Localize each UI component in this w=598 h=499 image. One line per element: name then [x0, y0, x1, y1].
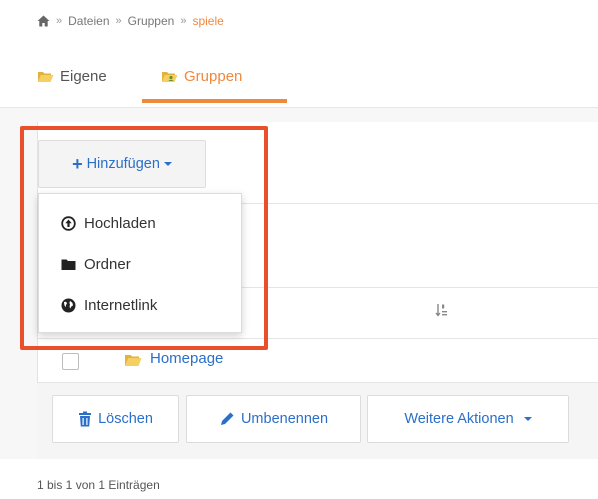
- file-tabs: Eigene Gruppen: [37, 50, 337, 105]
- breadcrumb-item-current: spiele: [192, 14, 224, 28]
- breadcrumb: » Dateien » Gruppen » spiele: [37, 12, 224, 30]
- table-header-bottom-border: [37, 338, 598, 339]
- upload-icon: [61, 215, 76, 231]
- home-icon[interactable]: [37, 15, 50, 27]
- delete-button-label: Löschen: [98, 411, 153, 427]
- active-tab-indicator: [142, 99, 287, 103]
- menu-item-link-label: Internetlink: [84, 296, 158, 314]
- tab-groups-label: Gruppen: [184, 67, 243, 85]
- group-folder-icon: [162, 71, 178, 82]
- menu-item-upload[interactable]: Hochladen: [61, 211, 156, 235]
- plus-icon: +: [72, 153, 83, 174]
- tab-groups[interactable]: Gruppen: [143, 50, 286, 102]
- sort-icon[interactable]: [435, 303, 449, 317]
- entries-info: 1 bis 1 von 1 Einträgen: [37, 478, 160, 492]
- chevron-down-icon: [523, 417, 532, 421]
- breadcrumb-item-gruppen[interactable]: Gruppen: [128, 14, 175, 28]
- breadcrumb-separator: »: [115, 15, 122, 27]
- menu-item-upload-label: Hochladen: [84, 214, 156, 232]
- folder-icon: [125, 355, 142, 366]
- tab-own[interactable]: Eigene: [37, 50, 107, 102]
- breadcrumb-item-dateien[interactable]: Dateien: [68, 14, 109, 28]
- menu-item-folder[interactable]: Ordner: [61, 252, 131, 276]
- more-actions-button[interactable]: Weitere Aktionen: [367, 395, 569, 443]
- delete-button[interactable]: Löschen: [52, 395, 179, 443]
- menu-item-link[interactable]: Internetlink: [61, 293, 157, 317]
- tab-own-label: Eigene: [60, 67, 107, 85]
- breadcrumb-separator: »: [180, 15, 187, 27]
- add-button-label: Hinzufügen: [86, 156, 160, 172]
- trash-icon: [79, 411, 92, 427]
- folder-icon: [61, 259, 76, 270]
- add-button[interactable]: + Hinzufügen: [38, 140, 206, 188]
- folder-open-icon: [38, 71, 54, 82]
- file-name-link[interactable]: Homepage: [150, 350, 223, 367]
- menu-item-folder-label: Ordner: [84, 255, 131, 273]
- globe-icon: [61, 298, 76, 312]
- chevron-down-icon: [163, 162, 172, 166]
- add-dropdown-menu: Hochladen Ordner Internetlink: [38, 193, 242, 333]
- more-actions-label: Weitere Aktionen: [404, 411, 514, 427]
- rename-button-label: Umbenennen: [240, 411, 329, 427]
- pencil-icon: [220, 412, 234, 425]
- row-checkbox[interactable]: [62, 353, 79, 370]
- breadcrumb-separator: »: [56, 15, 63, 27]
- rename-button[interactable]: Umbenennen: [186, 395, 361, 443]
